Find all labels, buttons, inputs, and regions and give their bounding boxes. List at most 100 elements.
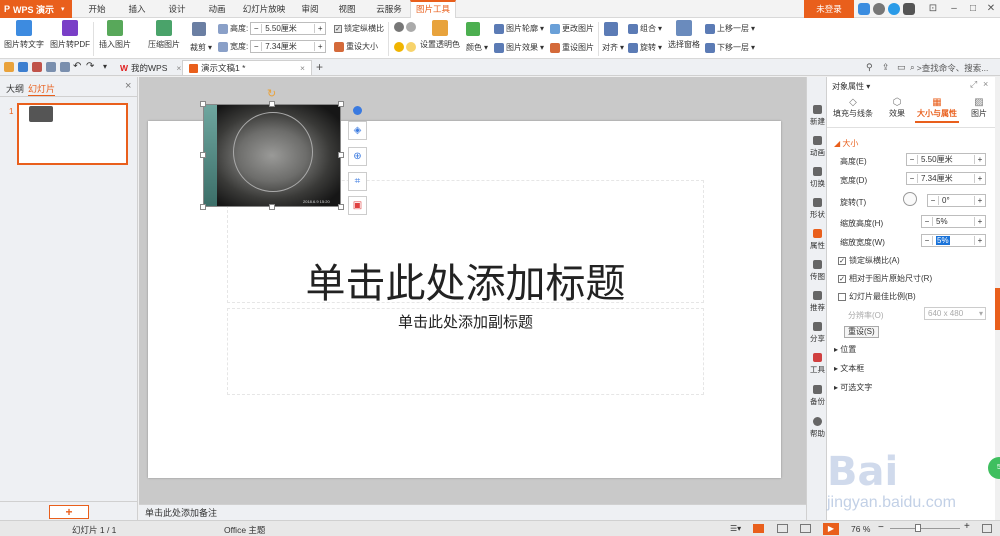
notes-toggle-icon[interactable]: ☰▾ — [730, 524, 741, 533]
reset-picture-button[interactable]: 重设图片 — [550, 42, 594, 53]
increase-button[interactable]: + — [974, 236, 985, 245]
increase-button[interactable]: + — [974, 196, 985, 205]
resize-handle-tl[interactable] — [200, 101, 206, 107]
close-icon[interactable]: ✕ — [980, 0, 1000, 18]
resize-handle-r[interactable] — [338, 152, 344, 158]
comment-icon[interactable]: ▭ — [897, 62, 906, 73]
scale-width-stepper[interactable]: − 5% + — [921, 234, 986, 247]
tab-review[interactable]: 审阅 — [295, 0, 325, 18]
reading-view-icon[interactable] — [800, 524, 811, 533]
resize-handle-bl[interactable] — [200, 204, 206, 210]
tab-fill-line[interactable]: ◇ 填充与线条 — [833, 97, 873, 119]
increase-button[interactable]: + — [974, 217, 985, 226]
pic-to-text-button[interactable]: 图片转文字 — [4, 20, 44, 50]
sidebar-item-tools[interactable]: 工具 — [807, 353, 828, 375]
close-panel-icon[interactable]: × — [125, 80, 131, 92]
decrease-button[interactable]: − — [928, 196, 939, 205]
tab-picture[interactable]: ▨ 图片 — [967, 97, 991, 119]
login-button[interactable]: 未登录 — [804, 0, 854, 18]
dock-icon[interactable]: ⤢ — [970, 79, 977, 90]
best-scale-checkbox[interactable]: 幻灯片最佳比例(B) — [838, 291, 916, 302]
increase-button[interactable]: + — [974, 155, 985, 164]
relative-original-checkbox[interactable]: ✓ 相对于图片原始尺寸(R) — [838, 273, 932, 284]
undo-icon[interactable]: ↶ — [73, 61, 81, 72]
picture-edit-icon[interactable]: ▣ — [348, 196, 367, 215]
sidebar-item-animation[interactable]: 动画 — [807, 136, 828, 158]
decrease-button[interactable]: − — [922, 217, 933, 226]
crop-icon[interactable]: ⌗ — [348, 172, 367, 191]
open-icon[interactable] — [4, 62, 14, 72]
tab-home[interactable]: 开始 — [80, 0, 114, 18]
section-size[interactable]: ◢ 大小 — [834, 138, 858, 149]
sorter-view-icon[interactable] — [777, 524, 788, 533]
section-alt-text[interactable]: ▸ 可选文字 — [834, 382, 872, 393]
sidebar-item-upload-image[interactable]: 传图 — [807, 260, 828, 282]
tab-outline[interactable]: 大纲 — [6, 82, 24, 95]
export-icon[interactable] — [46, 62, 56, 72]
new-tab-button[interactable]: + — [316, 60, 323, 74]
change-picture-button[interactable]: 更改图片 — [550, 23, 594, 34]
redo-icon[interactable]: ↷ — [86, 61, 94, 72]
account-icon[interactable] — [888, 3, 900, 15]
color-button[interactable] — [466, 22, 480, 36]
command-search[interactable]: ⌕ >查找命令、搜索... — [910, 60, 998, 75]
compress-picture-button[interactable]: 压缩图片 — [148, 20, 180, 50]
sidebar-item-transition[interactable]: 切换 — [807, 167, 828, 189]
skin-icon[interactable] — [858, 3, 870, 15]
sidebar-item-new[interactable]: 新建 — [807, 105, 828, 127]
width-stepper[interactable]: − 7.34厘米 + — [250, 40, 327, 53]
reset-size-button[interactable]: 重设大小 — [334, 41, 378, 52]
reset-button[interactable]: 重设(S) — [844, 326, 879, 338]
decrease-button[interactable]: − — [922, 236, 933, 245]
send-backward-button[interactable]: 下移一层 ▾ — [705, 42, 755, 53]
tab-animation[interactable]: 动画 — [200, 0, 234, 18]
rotate-handle-icon[interactable]: ↻ — [267, 87, 276, 100]
inserted-picture[interactable]: 2018.6.9 15:20 — [203, 104, 341, 207]
align-dropdown[interactable]: 对齐 ▾ — [602, 42, 624, 53]
increase-button[interactable]: + — [974, 174, 985, 183]
app-menu-button[interactable]: P WPS 演示 ▾ — [0, 0, 72, 18]
rotation-stepper[interactable]: − 0° + — [927, 194, 986, 207]
increase-button[interactable]: + — [314, 42, 325, 51]
resize-handle-t[interactable] — [269, 101, 275, 107]
zoom-slider-thumb[interactable] — [915, 524, 921, 532]
tab-effect[interactable]: ⬡ 效果 — [882, 97, 912, 119]
tab-insert[interactable]: 插入 — [120, 0, 154, 18]
tab-size-properties[interactable]: ▦ 大小与属性 — [915, 97, 959, 123]
add-slide-button[interactable]: + — [49, 505, 89, 519]
preview-icon[interactable] — [60, 62, 70, 72]
sidebar-item-help[interactable]: 帮助 — [807, 417, 828, 439]
tab-slideshow[interactable]: 幻灯片放映 — [240, 0, 288, 18]
brightness-buttons[interactable] — [394, 42, 416, 52]
collapse-toolbar-icon[interactable] — [353, 106, 362, 115]
rotation-dial-icon[interactable] — [903, 192, 917, 206]
pane-collapse-tab[interactable] — [995, 288, 1000, 330]
section-position[interactable]: ▸ 位置 — [834, 344, 856, 355]
normal-view-icon[interactable] — [753, 524, 764, 533]
height-stepper[interactable]: − 5.50厘米 + — [906, 153, 986, 166]
resolution-select[interactable]: 640 x 480 ▾ — [924, 307, 986, 320]
tab-design[interactable]: 设计 — [160, 0, 194, 18]
resize-handle-b[interactable] — [269, 204, 275, 210]
sidebar-item-recommend[interactable]: 推荐 — [807, 291, 828, 313]
close-icon[interactable]: × — [300, 63, 305, 73]
sidebar-item-properties[interactable]: 属性 — [807, 229, 828, 251]
width-stepper[interactable]: − 7.34厘米 + — [906, 172, 986, 185]
decrease-button[interactable]: − — [251, 24, 263, 33]
pane-title[interactable]: 对象属性 ▾ — [832, 81, 870, 92]
tab-picture-tools[interactable]: 图片工具 — [410, 0, 456, 18]
tab-slides[interactable]: 幻灯片 — [28, 82, 56, 97]
align-button[interactable] — [604, 22, 618, 36]
group-button[interactable]: 组合 ▾ — [628, 23, 662, 34]
bring-forward-button[interactable]: 上移一层 ▾ — [705, 23, 755, 34]
zoom-in-icon[interactable]: + — [964, 521, 970, 532]
slide-thumbnail[interactable] — [17, 103, 128, 165]
save-icon[interactable] — [18, 62, 28, 72]
quick-access-dropdown-icon[interactable]: ▾ — [103, 62, 107, 71]
crop-button[interactable] — [192, 22, 206, 36]
selected-value[interactable]: 5% — [936, 236, 950, 245]
help-icon[interactable] — [903, 3, 915, 15]
color-dropdown[interactable]: 颜色 ▾ — [466, 42, 488, 53]
contrast-buttons[interactable] — [394, 22, 416, 32]
tab-document[interactable]: 演示文稿1 * × — [182, 60, 312, 75]
